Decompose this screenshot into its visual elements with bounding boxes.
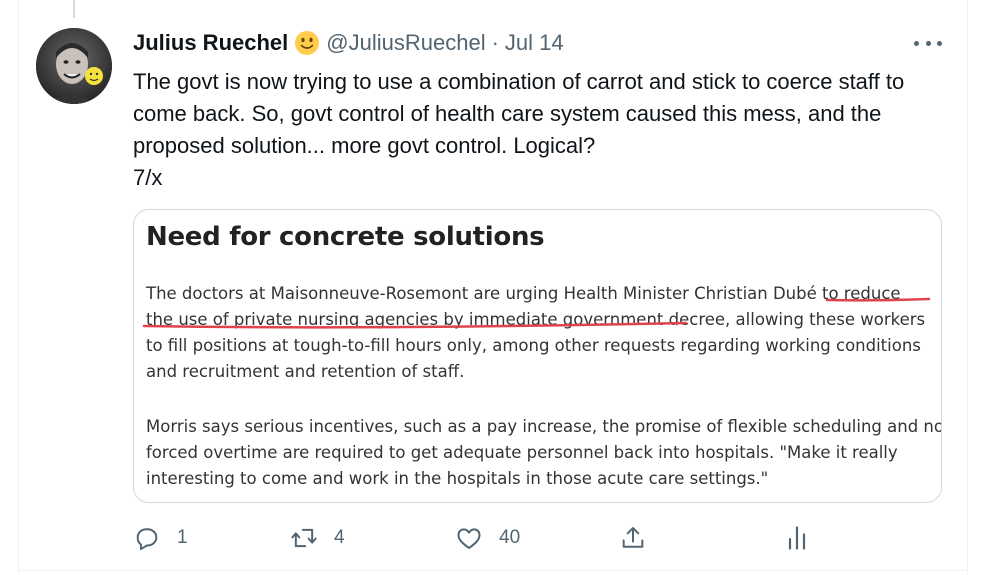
more-dot [937, 40, 942, 46]
tweet-date[interactable]: Jul 14 [505, 30, 564, 56]
reply-button[interactable]: 1 [133, 518, 188, 558]
retweet-count: 4 [334, 527, 345, 548]
timeline-left-border [18, 0, 19, 575]
retweet-icon [291, 528, 317, 548]
tweet-text: The govt is now trying to use a combinat… [133, 69, 905, 190]
like-button[interactable]: 40 [455, 518, 520, 558]
timeline-right-border [967, 0, 968, 575]
author-name[interactable]: Julius Ruechel [133, 30, 288, 56]
card-paragraph-1: The doctors at Maisonneuve-Rosemont are … [146, 284, 926, 381]
like-count: 40 [499, 527, 521, 548]
analytics-icon [788, 526, 806, 550]
reply-icon [136, 528, 158, 551]
share-button[interactable] [619, 518, 647, 558]
reply-count: 1 [177, 527, 188, 548]
card-paragraph-2-line: interesting to come and work in the hosp… [146, 469, 769, 488]
more-dot [914, 40, 919, 46]
smiley-emoji-icon [294, 30, 320, 56]
card-paragraph-2: Morris says serious incentives, such as … [146, 414, 941, 492]
like-icon [457, 528, 481, 549]
more-icon[interactable] [914, 34, 942, 52]
tweet-actions-bar: 1 4 40 [133, 518, 813, 558]
author-handle[interactable]: @JuliusRuechel [326, 30, 485, 56]
more-dot [925, 40, 931, 46]
card-paragraph-2-line: Morris says serious incentives, such as … [146, 417, 942, 436]
card-paragraph-2-line: forced overtime are required to get adeq… [146, 443, 898, 462]
tweet-bottom-border [18, 570, 968, 571]
avatar[interactable] [36, 28, 112, 104]
card-heading: Need for concrete solutions [146, 222, 545, 252]
analytics-button[interactable] [783, 518, 811, 558]
share-icon [622, 527, 644, 548]
thread-connector-line [73, 0, 75, 18]
attached-image-card[interactable]: Need for concrete solutions The doctors … [133, 209, 942, 503]
retweet-button[interactable]: 4 [290, 518, 345, 558]
tweet-header: Julius Ruechel @JuliusRuechel · Jul 14 [133, 30, 564, 56]
header-separator: · [491, 30, 499, 55]
